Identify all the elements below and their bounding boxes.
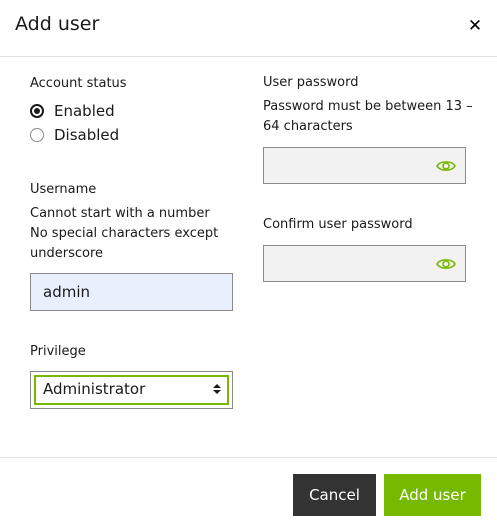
radio-disabled-label: Disabled [54,126,120,144]
privilege-label: Privilege [30,344,86,359]
privilege-select-value[interactable]: Administrator [34,375,229,405]
password-hint-2: 64 characters [263,119,353,134]
user-password-label: User password [263,75,359,90]
radio-enabled-label: Enabled [54,102,115,120]
radio-enabled-circle[interactable] [30,104,44,118]
user-password-input[interactable] [263,147,466,184]
username-hint-3: underscore [30,246,104,261]
radio-disabled-circle[interactable] [30,128,44,142]
privilege-select[interactable]: Administrator [30,371,233,409]
username-hint-1: Cannot start with a number [30,206,210,221]
cancel-button[interactable]: Cancel [293,474,376,516]
add-user-dialog: Add user ✕ Account status Enabled Disabl… [0,0,497,531]
close-icon[interactable]: ✕ [465,14,485,38]
username-hint-2: No special characters except [30,226,219,241]
radio-enabled[interactable]: Enabled [30,101,115,121]
account-status-label: Account status [30,76,127,91]
sort-arrows-icon [213,384,221,394]
eye-icon[interactable] [436,256,456,272]
username-input[interactable]: admin [30,273,233,311]
add-user-button[interactable]: Add user [384,474,481,516]
username-label: Username [30,182,97,197]
confirm-password-label: Confirm user password [263,217,413,232]
confirm-password-input[interactable] [263,245,466,282]
dialog-title: Add user [15,13,100,35]
radio-disabled[interactable]: Disabled [30,125,119,145]
eye-icon[interactable] [436,158,456,174]
privilege-selected-text: Administrator [43,380,146,398]
password-hint-1: Password must be between 13 – [263,99,473,114]
dialog-header: Add user ✕ [0,0,497,57]
